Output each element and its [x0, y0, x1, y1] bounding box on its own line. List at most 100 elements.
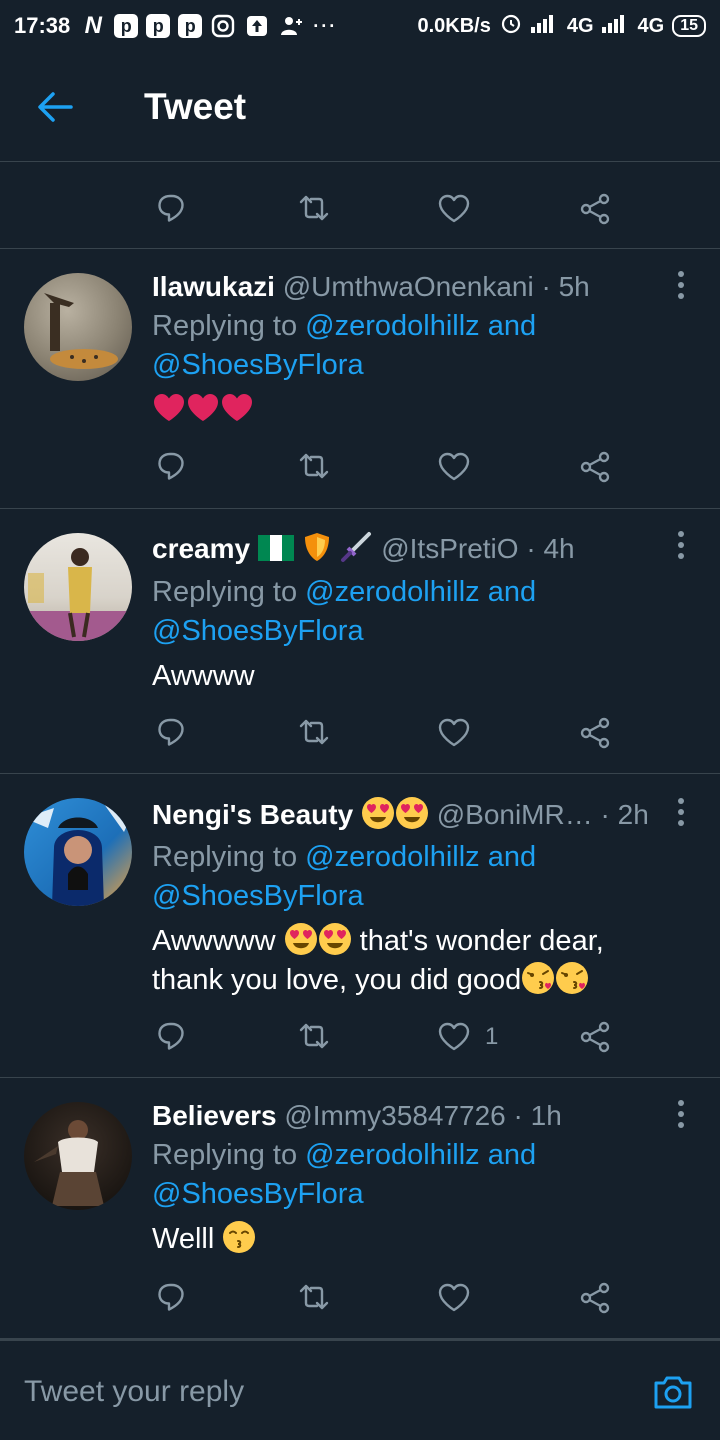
retweet-icon: [299, 719, 329, 745]
tweet-text: Awwwww: [152, 925, 276, 957]
more-options-button[interactable]: [666, 265, 696, 305]
main-tweet-actions: [0, 162, 720, 249]
reply-icon: [158, 718, 184, 746]
replying-to-label: Replying to: [152, 841, 298, 873]
retweet-button[interactable]: [297, 192, 331, 226]
network-speed: 0.0KB/s: [417, 14, 491, 37]
retweet-button[interactable]: [297, 1020, 331, 1054]
share-button[interactable]: [578, 450, 612, 484]
reply-tweet[interactable]: Ilawukazi @UmthwaOnenkani · 5h Replying …: [0, 249, 720, 509]
share-icon: [580, 717, 610, 749]
display-name[interactable]: Ilawukazi: [152, 271, 275, 302]
network-type-2: 4G: [637, 14, 665, 37]
reply-input[interactable]: Tweet your reply: [24, 1375, 244, 1409]
tweet-header: Believers @Immy35847726 · 1h: [152, 1100, 650, 1132]
more-options-button[interactable]: [666, 525, 696, 565]
share-icon: [580, 193, 610, 225]
and-text: and: [487, 576, 537, 608]
mention-link[interactable]: @zerodolhillz: [305, 576, 480, 608]
mention-link[interactable]: @ShoesByFlora: [152, 1178, 364, 1210]
avatar-image: [24, 548, 132, 641]
share-icon: [580, 1282, 610, 1314]
more-options-button[interactable]: [666, 1094, 696, 1134]
heart-icon: [438, 1283, 470, 1312]
upload-icon: [244, 13, 270, 39]
retweet-button[interactable]: [297, 1281, 331, 1315]
avatar[interactable]: [24, 798, 132, 906]
reply-button[interactable]: [156, 1020, 190, 1054]
p-app-icon: p: [146, 14, 171, 38]
username[interactable]: @BoniMR…: [437, 799, 593, 830]
reply-button[interactable]: [156, 716, 190, 750]
display-name[interactable]: creamy: [152, 533, 250, 564]
like-button[interactable]: 1: [437, 1020, 498, 1054]
like-button[interactable]: [437, 1281, 471, 1315]
tweet-header: Ilawukazi @UmthwaOnenkani · 5h: [152, 271, 650, 303]
retweet-icon: [299, 195, 329, 221]
and-text: and: [487, 310, 537, 342]
and-text: and: [487, 1139, 537, 1171]
retweet-icon: [299, 1023, 329, 1049]
alarm-icon: [499, 11, 523, 41]
mention-link[interactable]: @ShoesByFlora: [152, 349, 364, 381]
username[interactable]: @UmthwaOnenkani: [283, 271, 534, 302]
like-button[interactable]: [437, 450, 471, 484]
reply-button[interactable]: [156, 1281, 190, 1315]
reply-button[interactable]: [156, 192, 190, 226]
reply-button[interactable]: [156, 450, 190, 484]
avatar[interactable]: [24, 273, 132, 381]
share-button[interactable]: [578, 716, 612, 750]
replying-to-label: Replying to: [152, 1139, 298, 1171]
avatar[interactable]: [24, 1102, 132, 1210]
avatar-image: [44, 293, 118, 369]
retweet-icon: [299, 453, 329, 479]
mention-link[interactable]: @ShoesByFlora: [152, 880, 364, 912]
username[interactable]: @ItsPretiO: [381, 533, 518, 564]
reply-tweet[interactable]: Believers @Immy35847726 · 1h Replying to…: [0, 1078, 720, 1338]
share-button[interactable]: [578, 1281, 612, 1315]
share-button[interactable]: [578, 1020, 612, 1054]
display-name[interactable]: Nengi's Beauty: [152, 799, 353, 830]
share-icon: [580, 1021, 610, 1053]
mention-link[interactable]: @zerodolhillz: [305, 1139, 480, 1171]
network-type-1: 4G: [566, 14, 594, 37]
avatar[interactable]: [24, 533, 132, 641]
retweet-icon: [299, 1284, 329, 1310]
reply-composer: Tweet your reply: [0, 1338, 720, 1440]
heart-eyes-emoji: [395, 797, 428, 829]
reply-icon: [158, 1022, 184, 1050]
mention-link[interactable]: @ShoesByFlora: [152, 615, 364, 647]
tweet-text: thank you love, you did good: [152, 964, 522, 996]
display-name[interactable]: Believers: [152, 1100, 277, 1131]
camera-button[interactable]: [652, 1371, 694, 1413]
reply-icon: [158, 194, 184, 222]
heart-eyes-emoji: [284, 923, 317, 955]
reply-tweet[interactable]: creamy @ItsPretiO · 4h Replying to @zero…: [0, 509, 720, 774]
tweet-header: creamy @ItsPretiO · 4h: [152, 531, 650, 565]
username[interactable]: @Immy35847726: [284, 1100, 505, 1131]
retweet-button[interactable]: [297, 716, 331, 750]
avatar-image: [34, 1120, 104, 1206]
mention-link[interactable]: @zerodolhillz: [305, 310, 480, 342]
status-bar: 17:38 N p p p ··· 0.0KB/s 4G 4G 15: [0, 0, 720, 52]
more-options-button[interactable]: [666, 792, 696, 832]
replying-to: Replying to @zerodolhillz and @ShoesByFl…: [152, 1136, 536, 1214]
reply-tweet[interactable]: Nengi's Beauty @BoniMR… · 2h Replying to…: [0, 774, 720, 1078]
shield-icon: [304, 533, 329, 561]
add-contact-icon: [278, 13, 304, 39]
retweet-button[interactable]: [297, 450, 331, 484]
n-app-icon: N: [84, 12, 102, 39]
status-time: 17:38: [14, 13, 71, 38]
heart-eyes-emoji: [361, 797, 394, 829]
kissing-face-emoji: [222, 1220, 257, 1254]
back-button[interactable]: [0, 52, 110, 162]
avatar-image: [24, 804, 132, 906]
like-button[interactable]: [437, 192, 471, 226]
share-button[interactable]: [578, 192, 612, 226]
heart-icon: [438, 718, 470, 747]
heart-eyes-emoji: [318, 923, 351, 955]
tweet-body: [152, 391, 696, 430]
p-app-icon: p: [178, 14, 203, 38]
mention-link[interactable]: @zerodolhillz: [305, 841, 480, 873]
like-button[interactable]: [437, 716, 471, 750]
